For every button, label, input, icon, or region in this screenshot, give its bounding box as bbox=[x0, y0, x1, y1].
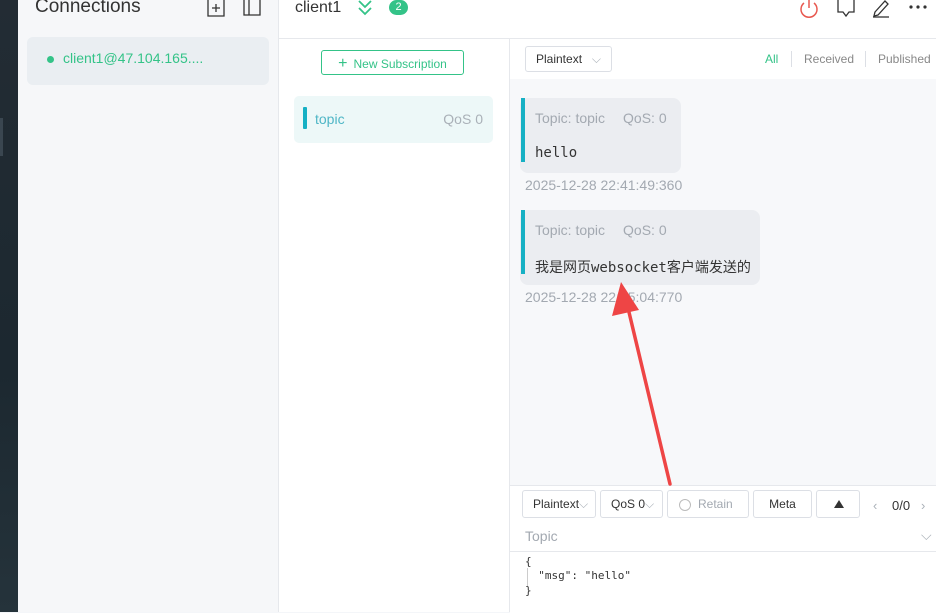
retain-checkbox[interactable]: Retain bbox=[667, 490, 749, 518]
meta-button[interactable]: Meta bbox=[753, 490, 812, 518]
message-topic: Topic: topic bbox=[535, 110, 606, 126]
message-qos: QoS: 0 bbox=[623, 110, 667, 126]
os-edge-tab bbox=[0, 118, 3, 156]
payload-line: } bbox=[525, 584, 532, 597]
divider bbox=[510, 551, 936, 552]
toggle-sidebar-icon[interactable] bbox=[242, 0, 262, 18]
edit-icon[interactable] bbox=[871, 0, 891, 18]
message-bubble[interactable]: Topic: topic QoS: 0 hello bbox=[520, 98, 681, 173]
chevron-down-icon[interactable]: ⌵ bbox=[921, 527, 932, 544]
new-subscription-button[interactable]: + New Subscription bbox=[321, 50, 464, 75]
connection-header: client1 2 bbox=[279, 0, 936, 39]
subscription-item[interactable]: topic QoS 0 bbox=[294, 96, 493, 143]
message-timestamp: 2025-12-28 22:41:49:360 bbox=[525, 177, 683, 193]
filter-all-tab[interactable]: All bbox=[765, 52, 778, 66]
message-color-bar bbox=[521, 98, 525, 162]
radio-circle-icon bbox=[679, 499, 691, 511]
message-color-bar bbox=[521, 210, 525, 274]
more-icon[interactable] bbox=[908, 0, 928, 14]
retain-label: Retain bbox=[698, 497, 733, 511]
message-timestamp: 2025-12-28 22:45:04:770 bbox=[525, 289, 683, 305]
new-subscription-label: New Subscription bbox=[353, 57, 447, 71]
chevron-down-icon: ⌵ bbox=[645, 497, 655, 511]
topic-input[interactable]: Topic bbox=[525, 528, 558, 544]
pager-count: 0/0 bbox=[892, 498, 911, 513]
message-meta: Topic: topic QoS: 0 bbox=[535, 110, 667, 126]
message-qos: QoS: 0 bbox=[623, 222, 667, 238]
new-connection-icon[interactable] bbox=[206, 0, 226, 18]
composer-qos-value: QoS 0 bbox=[611, 497, 646, 511]
collapse-icon[interactable] bbox=[357, 0, 373, 16]
filter-divider bbox=[865, 51, 866, 67]
chevron-down-icon: ⌵ bbox=[579, 497, 589, 511]
message-list: Plaintext ⌵ All Received Published Topic… bbox=[510, 39, 936, 485]
message-bubble[interactable]: Topic: topic QoS: 0 我是网页websocket客户端发送的 bbox=[520, 210, 760, 285]
subscription-qos: QoS 0 bbox=[443, 111, 483, 127]
subscription-topic: topic bbox=[315, 111, 345, 127]
payload-format-select[interactable]: Plaintext ⌵ bbox=[525, 46, 612, 72]
disconnect-icon[interactable] bbox=[799, 0, 819, 18]
chat-icon[interactable] bbox=[836, 0, 856, 18]
triangle-up-icon bbox=[834, 500, 844, 508]
filter-received-tab[interactable]: Received bbox=[804, 52, 854, 66]
os-edge bbox=[0, 0, 18, 612]
publish-composer: Plaintext⌵ QoS 0⌵ Retain Meta ‹ 0/0 › To… bbox=[510, 485, 936, 613]
client-name: client1 bbox=[295, 0, 342, 16]
composer-format-value: Plaintext bbox=[533, 497, 580, 511]
subscription-color-bar bbox=[303, 107, 307, 129]
payload-line: "msg": "hello" bbox=[525, 569, 631, 582]
composer-qos-select[interactable]: QoS 0⌵ bbox=[600, 490, 663, 518]
history-up-button[interactable] bbox=[816, 490, 860, 518]
composer-format-select[interactable]: Plaintext⌵ bbox=[522, 490, 596, 518]
message-meta: Topic: topic QoS: 0 bbox=[535, 222, 667, 238]
message-topic: Topic: topic bbox=[535, 222, 606, 238]
next-page-icon[interactable]: › bbox=[921, 498, 925, 513]
filter-divider bbox=[791, 51, 792, 67]
subscriptions-panel: + New Subscription topic QoS 0 bbox=[279, 39, 510, 612]
connected-status-dot bbox=[47, 56, 54, 63]
connections-title: Connections bbox=[35, 0, 141, 17]
connections-panel: Connections client1@47.104.165.... bbox=[18, 0, 279, 612]
payload-line: { bbox=[525, 555, 532, 568]
payload-editor[interactable]: { "msg": "hello" } bbox=[510, 554, 936, 609]
chevron-down-icon: ⌵ bbox=[591, 52, 601, 66]
subscription-count-badge: 2 bbox=[389, 0, 408, 15]
prev-page-icon[interactable]: ‹ bbox=[873, 498, 877, 513]
connection-item[interactable]: client1@47.104.165.... bbox=[27, 37, 269, 85]
payload-format-value: Plaintext bbox=[536, 52, 583, 66]
connection-name: client1@47.104.165.... bbox=[63, 50, 204, 66]
plus-icon: + bbox=[338, 55, 348, 72]
message-payload: hello bbox=[535, 145, 578, 161]
message-filter-bar: Plaintext ⌵ All Received Published bbox=[510, 39, 936, 79]
filter-published-tab[interactable]: Published bbox=[878, 52, 931, 66]
message-payload: 我是网页websocket客户端发送的 bbox=[535, 260, 751, 276]
